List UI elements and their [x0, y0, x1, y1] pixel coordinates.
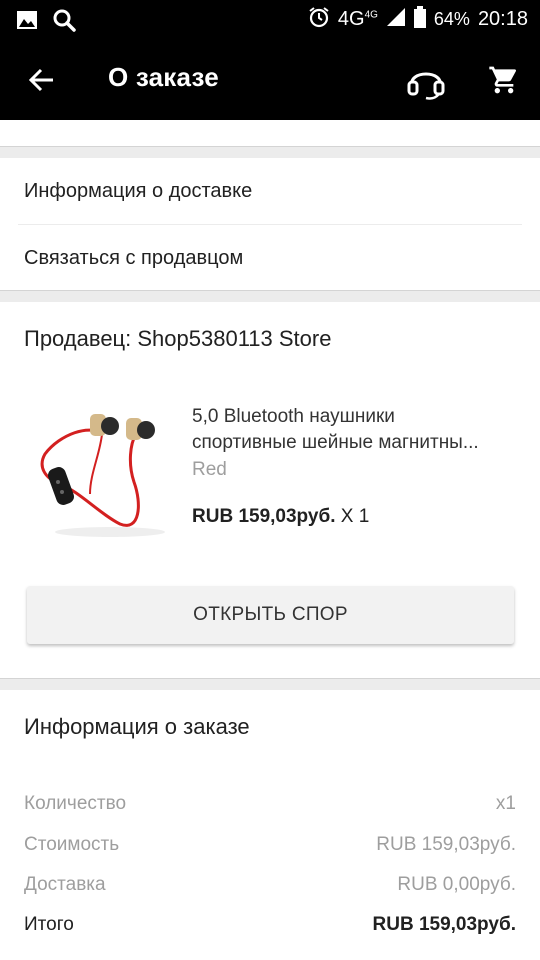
- delivery-info-link[interactable]: Информация о доставке: [0, 158, 540, 224]
- signal-icon: [386, 7, 406, 32]
- headset-icon: [407, 72, 445, 100]
- info-row-shipping: Доставка RUB 0,00руб.: [24, 874, 516, 896]
- info-value: x1: [495, 793, 516, 814]
- section-separator: [0, 146, 540, 158]
- info-row-cost: Стоимость RUB 159,03руб.: [24, 834, 516, 856]
- seller-name[interactable]: Продавец: Shop5380113 Store: [24, 326, 331, 352]
- total-label: Итого: [24, 914, 74, 935]
- product-quantity: X 1: [340, 506, 370, 527]
- info-label: Стоимость: [24, 834, 120, 855]
- contact-seller-label: Связаться с продавцом: [24, 246, 244, 269]
- info-label: Доставка: [24, 874, 106, 895]
- back-button[interactable]: [22, 60, 62, 100]
- info-value: RUB 0,00руб.: [397, 874, 516, 895]
- section-separator: [0, 678, 540, 690]
- total-value: RUB 159,03руб.: [372, 914, 517, 935]
- contact-seller-link[interactable]: Связаться с продавцом: [0, 225, 540, 291]
- arrow-left-icon: [28, 68, 53, 92]
- info-value: RUB 159,03руб.: [376, 834, 516, 855]
- product-price-row: RUB 159,03руб. X 1: [192, 506, 369, 528]
- cart-icon: [489, 66, 517, 94]
- support-button[interactable]: [402, 58, 450, 102]
- delivery-info-label: Информация о доставке: [24, 179, 253, 202]
- info-row-total: Итого RUB 159,03руб.: [24, 914, 516, 936]
- product-title[interactable]: 5,0 Bluetooth наушники спортивные шейные…: [192, 404, 522, 456]
- product-image[interactable]: [30, 394, 180, 544]
- status-bar: 4G4G 64% 20:18: [0, 0, 540, 38]
- cart-button[interactable]: [480, 58, 528, 102]
- product-variant: Red: [192, 459, 227, 480]
- battery-icon: [413, 5, 426, 33]
- open-dispute-button[interactable]: ОТКРЫТЬ СПОР: [27, 586, 514, 644]
- clock: 20:18: [477, 7, 528, 30]
- section-separator: [0, 290, 540, 302]
- product-title-line-2: спортивные шейные магнитны...: [192, 432, 479, 453]
- battery-percent: 64%: [433, 8, 470, 29]
- app-bar: О заказе: [0, 38, 540, 120]
- network-type: 4G4G: [337, 7, 378, 30]
- order-info-title: Информация о заказе: [24, 714, 250, 739]
- alarm-icon: [308, 6, 330, 33]
- product-title-line-1: 5,0 Bluetooth наушники: [192, 406, 395, 427]
- search-status-icon: [52, 8, 76, 37]
- info-label: Количество: [24, 793, 127, 814]
- info-row-quantity: Количество x1: [24, 793, 516, 815]
- gallery-icon: [16, 10, 38, 35]
- product-price: RUB 159,03руб.: [192, 506, 336, 527]
- page-title: О заказе: [108, 62, 219, 92]
